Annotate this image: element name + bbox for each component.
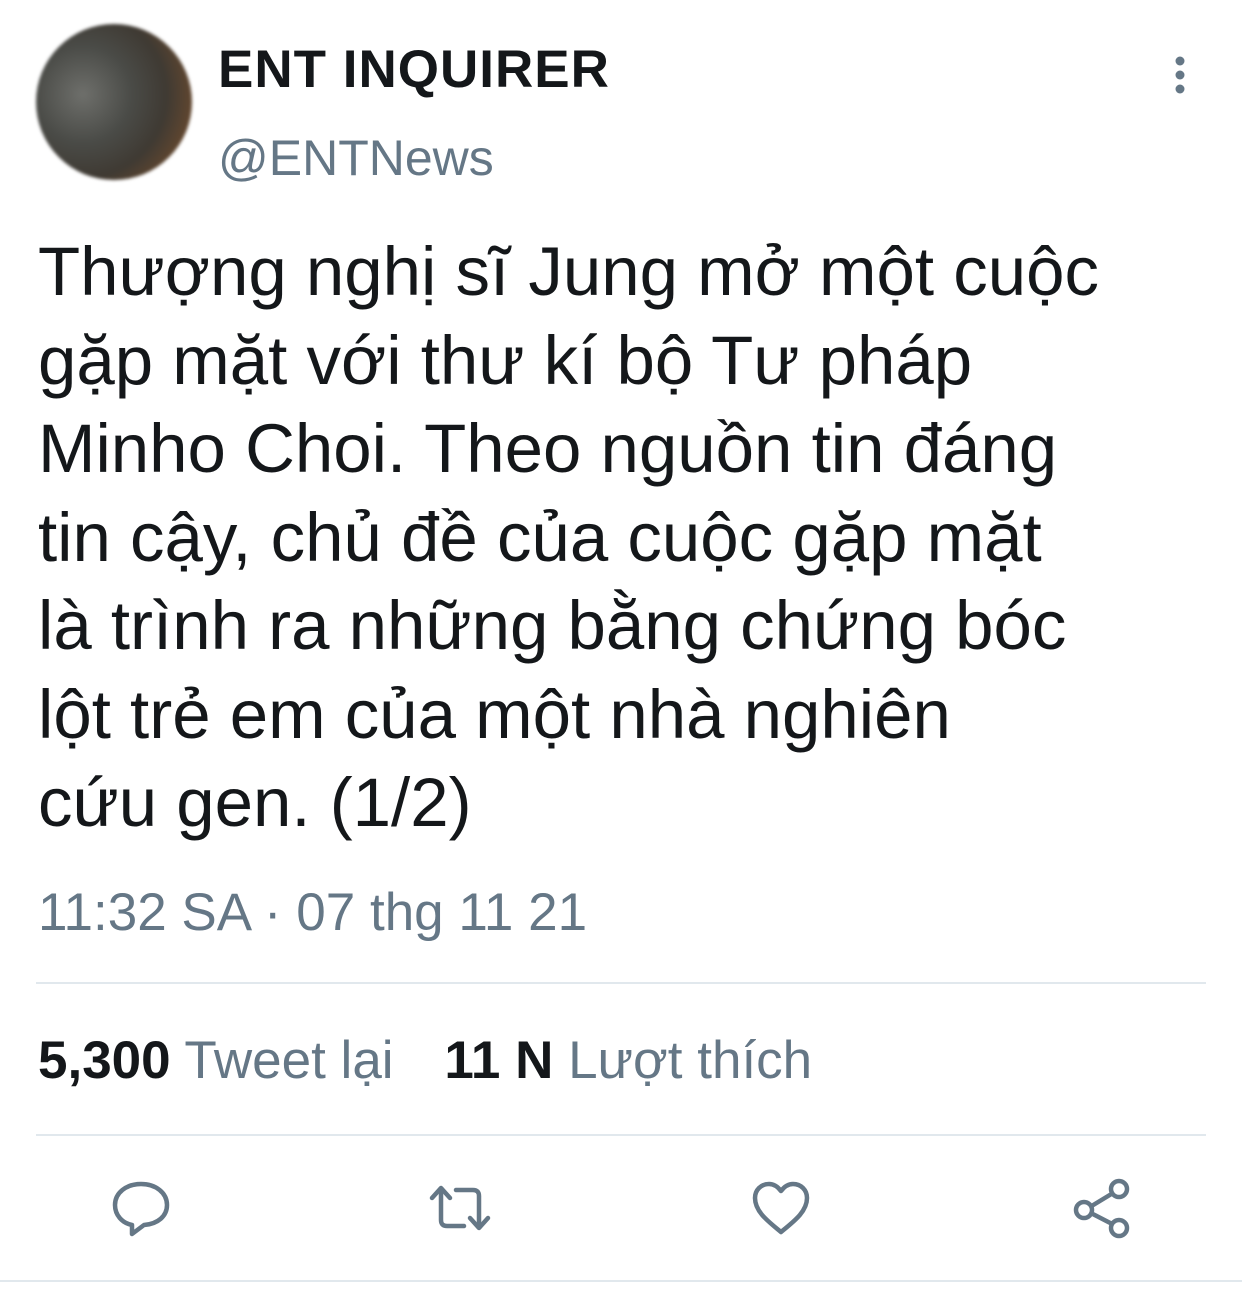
share-icon [1073,1178,1130,1239]
like-icon [752,1181,810,1235]
user-handle[interactable]: @ENTNews [218,126,494,190]
tweet-text: Thượng nghị sĩ Jung mở một cuộc gặp mặt … [38,233,1099,841]
share-button[interactable] [1070,1176,1134,1240]
retweets-stat[interactable]: 5,300 Tweet lại [38,1026,394,1096]
likes-label: Lượt thích [568,1031,813,1090]
retweets-label: Tweet lại [184,1031,394,1090]
divider [36,982,1206,984]
avatar[interactable] [36,24,192,180]
more-options-button[interactable] [1160,52,1200,98]
more-vertical-icon [1175,56,1185,94]
retweet-icon [429,1185,491,1231]
likes-stat[interactable]: 11 N Lượt thích [444,1026,812,1096]
bottom-divider [0,1280,1242,1282]
retweets-count: 5,300 [38,1031,171,1090]
likes-count: 11 N [444,1031,554,1090]
display-name[interactable]: ENT INQUIRER [218,38,610,102]
retweet-button[interactable] [428,1176,492,1240]
tweet-timestamp[interactable]: 11:32 SA · 07 thg 11 21 [38,880,587,946]
divider [36,1134,1206,1136]
like-button[interactable] [749,1176,813,1240]
reply-icon [112,1181,170,1237]
tweet-stats: 5,300 Tweet lại 11 N Lượt thích [38,1026,848,1096]
reply-button[interactable] [109,1176,173,1240]
